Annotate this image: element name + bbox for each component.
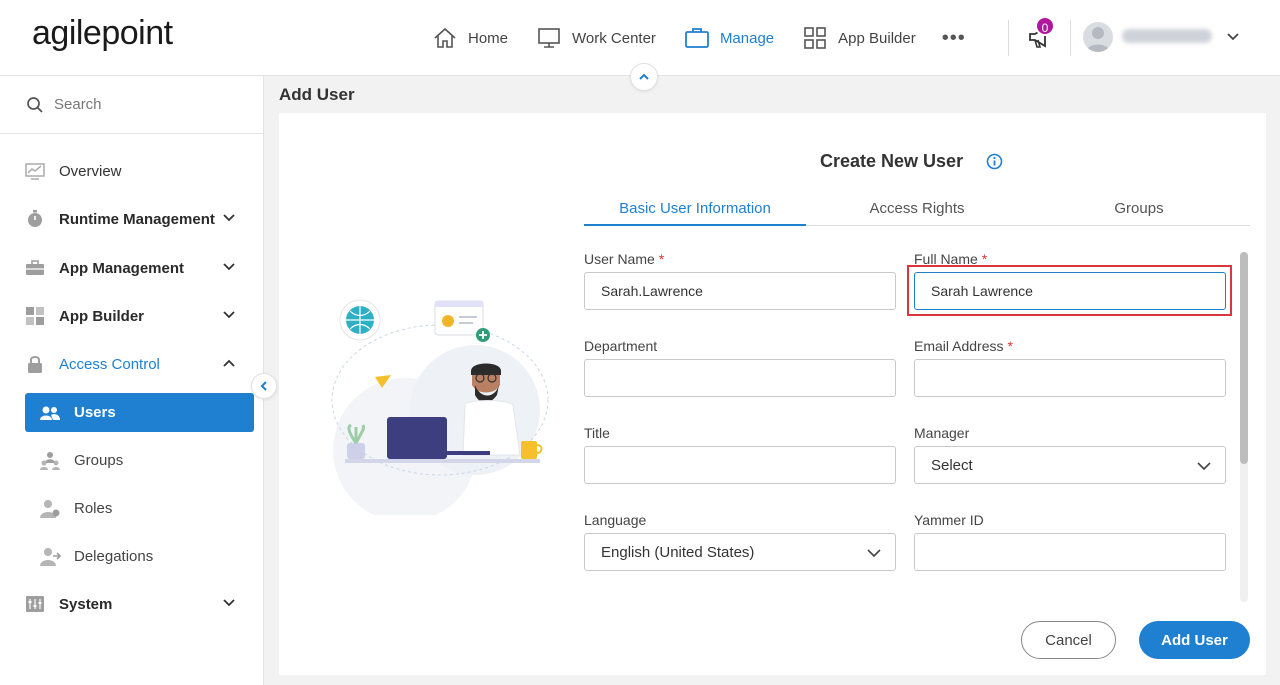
chevron-down-icon xyxy=(223,263,235,271)
chevron-down-icon xyxy=(1227,33,1239,41)
sidebar-item-system[interactable]: System xyxy=(0,584,263,624)
tab-access-rights[interactable]: Access Rights xyxy=(806,196,1028,226)
user-name-blurred[interactable] xyxy=(1122,29,1212,43)
nav-manage[interactable]: Manage xyxy=(684,26,774,50)
sidebar-item-app-builder[interactable]: App Builder xyxy=(0,296,263,336)
user-illustration xyxy=(331,299,549,515)
nav-app-builder[interactable]: App Builder xyxy=(802,26,916,50)
chevron-down-icon xyxy=(223,599,235,607)
avatar[interactable] xyxy=(1083,22,1113,52)
header-divider xyxy=(1008,20,1009,56)
search-icon xyxy=(27,96,43,113)
nav-home[interactable]: Home xyxy=(432,26,508,50)
lock-icon xyxy=(24,353,46,375)
department-label: Department xyxy=(584,338,658,354)
language-select[interactable]: English (United States) xyxy=(584,533,896,571)
user-avatar-icon xyxy=(1086,27,1110,52)
briefcase-icon xyxy=(685,28,709,48)
roles-icon xyxy=(39,498,61,520)
email-address-label: Email Address * xyxy=(914,338,1013,354)
stopwatch-icon xyxy=(24,208,46,230)
chevron-up-icon xyxy=(223,359,235,367)
yammer-id-input[interactable] xyxy=(914,533,1226,571)
chevron-up-icon xyxy=(639,73,649,80)
groups-icon xyxy=(39,450,61,472)
agilepoint-logo[interactable]: agilepoint xyxy=(32,14,173,53)
sidebar: Search Overview Runtime Management App M… xyxy=(0,76,264,685)
collapse-header-button[interactable] xyxy=(630,63,658,91)
department-input[interactable] xyxy=(584,359,896,397)
sidebar-item-users[interactable]: Users xyxy=(25,393,254,432)
top-nav: Home Work Center Manage App Builder ••• xyxy=(432,22,966,54)
yammer-id-label: Yammer ID xyxy=(914,512,984,528)
form-scrollbar[interactable] xyxy=(1240,252,1248,602)
chart-icon xyxy=(24,160,46,182)
title-label: Title xyxy=(584,425,610,441)
title-input[interactable] xyxy=(584,446,896,484)
sidebar-item-delegations[interactable]: Delegations xyxy=(25,537,254,576)
grid-icon xyxy=(804,27,826,49)
chevron-down-icon xyxy=(1197,462,1211,471)
user-menu-chevron[interactable] xyxy=(1226,30,1240,49)
cancel-button[interactable]: Cancel xyxy=(1021,621,1116,659)
full-name-input[interactable]: Sarah Lawrence xyxy=(914,272,1226,310)
email-address-input[interactable] xyxy=(914,359,1226,397)
language-label: Language xyxy=(584,512,647,528)
page-title: Add User xyxy=(279,85,355,104)
manager-select[interactable]: Select xyxy=(914,446,1226,484)
sidebar-item-overview[interactable]: Overview xyxy=(0,151,263,191)
notification-badge: 0 xyxy=(1035,16,1055,36)
sidebar-item-runtime-management[interactable]: Runtime Management xyxy=(0,199,263,239)
tab-basic-user-information[interactable]: Basic User Information xyxy=(584,196,806,226)
delegations-icon xyxy=(39,546,61,568)
create-new-user-title: Create New User xyxy=(820,151,964,171)
chevron-down-icon xyxy=(223,214,235,222)
nav-work-center[interactable]: Work Center xyxy=(536,26,656,50)
scroll-thumb[interactable] xyxy=(1240,252,1248,464)
chevron-left-icon xyxy=(260,381,267,391)
manager-label: Manager xyxy=(914,425,970,441)
chevron-down-icon xyxy=(223,311,235,319)
search-placeholder: Search xyxy=(54,96,102,113)
sliders-icon xyxy=(24,593,46,615)
sidebar-item-groups[interactable]: Groups xyxy=(25,441,254,480)
monitor-icon xyxy=(538,28,560,48)
header-divider xyxy=(1070,20,1071,56)
sidebar-item-roles[interactable]: Roles xyxy=(25,489,254,528)
sidebar-item-access-control[interactable]: Access Control xyxy=(0,344,263,384)
sidebar-search[interactable]: Search xyxy=(0,76,263,134)
sidebar-item-app-management[interactable]: App Management xyxy=(0,248,263,288)
briefcase-icon xyxy=(24,257,46,279)
tab-groups[interactable]: Groups xyxy=(1028,196,1250,226)
info-icon[interactable] xyxy=(986,153,1003,170)
collapse-sidebar-button[interactable] xyxy=(251,373,277,399)
users-icon xyxy=(39,402,61,424)
more-menu-button[interactable]: ••• xyxy=(942,27,966,50)
home-icon xyxy=(434,27,456,48)
user-name-input[interactable]: Sarah.Lawrence xyxy=(584,272,896,310)
add-user-button[interactable]: Add User xyxy=(1139,621,1250,659)
grid-icon xyxy=(24,305,46,327)
user-tabs: Basic User Information Access Rights Gro… xyxy=(584,196,1250,226)
user-name-label: User Name * xyxy=(584,251,665,267)
chevron-down-icon xyxy=(867,549,881,558)
